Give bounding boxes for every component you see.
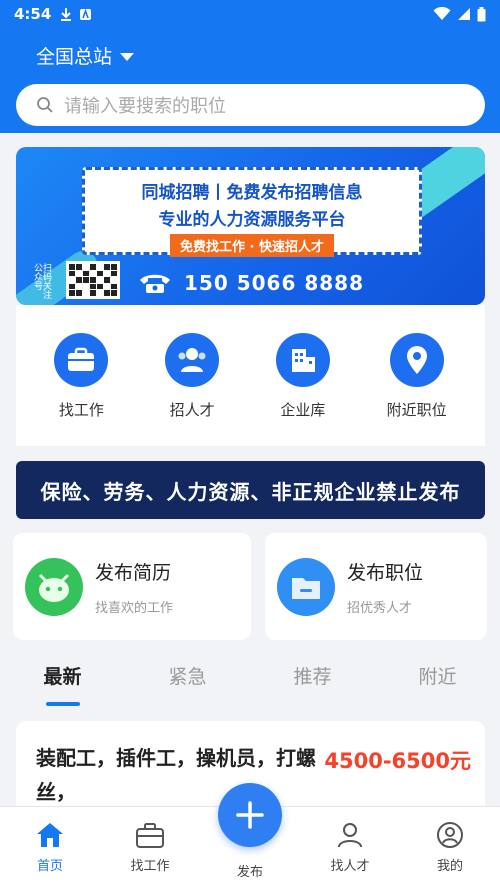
nav-label: 我的 [436, 859, 463, 874]
app-notification-icon [80, 8, 92, 20]
download-icon [61, 8, 72, 21]
nav-label: 首页 [36, 859, 63, 874]
plus-icon [236, 801, 264, 829]
battery-icon [477, 6, 486, 21]
nav-mine[interactable]: 我的 [400, 807, 500, 889]
quick-nearby-jobs[interactable]: 附近职位 [387, 333, 447, 446]
briefcase-icon [54, 333, 109, 387]
quick-find-job[interactable]: 找工作 [54, 333, 109, 446]
quick-label: 附近职位 [386, 401, 447, 419]
region-selector[interactable]: 全国总站 [36, 42, 135, 69]
quick-label: 企业库 [280, 401, 326, 419]
quick-find-talent[interactable]: 招人才 [165, 333, 220, 446]
people-icon [165, 333, 220, 387]
nav-label: 找人才 [330, 859, 370, 874]
card-title: 发布职位 [347, 561, 424, 584]
briefcase-icon [136, 823, 164, 848]
banner-line3: 免费找工作 · 快速招人才 [170, 234, 334, 257]
signal-icon [458, 8, 470, 20]
banner-line2: 专业的人力资源服务平台 [158, 210, 346, 230]
notice-banner: 保险、劳务、人力资源、非正规企业禁止发布 [16, 461, 485, 519]
card-subtitle: 找喜欢的工作 [95, 600, 174, 616]
promo-banner[interactable]: 同城招聘丨免费发布招聘信息 专业的人力资源服务平台 免费找工作 · 快速招人才 … [16, 147, 485, 305]
search-placeholder: 请输入要搜索的职位 [64, 96, 226, 117]
nav-find-job[interactable]: 找工作 [100, 807, 200, 889]
nav-home[interactable]: 首页 [0, 807, 100, 889]
banner-phone: 150 5066 8888 [138, 271, 364, 295]
nav-find-talent[interactable]: 找人才 [300, 807, 400, 889]
card-title: 发布简历 [95, 561, 172, 584]
robot-face-icon [25, 557, 83, 616]
publish-resume-card[interactable]: 发布简历 找喜欢的工作 [13, 533, 251, 640]
chevron-down-icon [120, 52, 135, 61]
publish-job-card[interactable]: 发布职位 招优秀人才 [265, 533, 487, 640]
tab-recommended[interactable]: 推荐 [250, 650, 375, 710]
nav-label: 发布 [236, 865, 263, 880]
job-title: 装配工，插件工，操机员，打螺丝， [36, 746, 316, 804]
banner-ticket: 同城招聘丨免费发布招聘信息 专业的人力资源服务平台 免费找工作 · 快速招人才 [82, 167, 422, 257]
publish-fab-button[interactable] [218, 783, 282, 847]
qr-label: 扫码关注公众号 [32, 263, 51, 299]
quick-label: 找工作 [58, 401, 104, 419]
home-icon [37, 823, 63, 847]
quick-menu: 找工作 招人才 企业库 附近职位 [16, 305, 485, 446]
job-tabs: 最新 紧急 推荐 附近 [0, 650, 500, 710]
tab-urgent[interactable]: 紧急 [125, 650, 250, 710]
folder-icon [277, 557, 335, 616]
tab-nearby[interactable]: 附近 [375, 650, 500, 710]
banner-line1: 同城招聘丨免费发布招聘信息 [141, 183, 363, 203]
region-label: 全国总站 [36, 46, 113, 68]
qr-code-icon [66, 261, 120, 299]
nav-label: 找工作 [130, 859, 170, 874]
tab-latest[interactable]: 最新 [0, 650, 125, 710]
location-pin-icon [389, 333, 444, 387]
quick-label: 招人才 [169, 401, 215, 419]
status-bar: 4:54 [0, 0, 500, 28]
search-icon [37, 97, 53, 113]
job-salary: 4500-6500元 [324, 749, 471, 773]
phone-number: 150 5066 8888 [184, 271, 365, 295]
quick-company-library[interactable]: 企业库 [275, 333, 330, 446]
wifi-icon [433, 7, 451, 20]
header: 全国总站 请输入要搜索的职位 [0, 28, 500, 133]
profile-circle-icon [437, 822, 463, 848]
status-time: 4:54 [14, 5, 52, 23]
telephone-icon [140, 274, 170, 293]
search-input[interactable]: 请输入要搜索的职位 [16, 84, 485, 126]
card-subtitle: 招优秀人才 [347, 600, 413, 616]
person-icon [338, 823, 362, 848]
building-icon [275, 333, 330, 387]
